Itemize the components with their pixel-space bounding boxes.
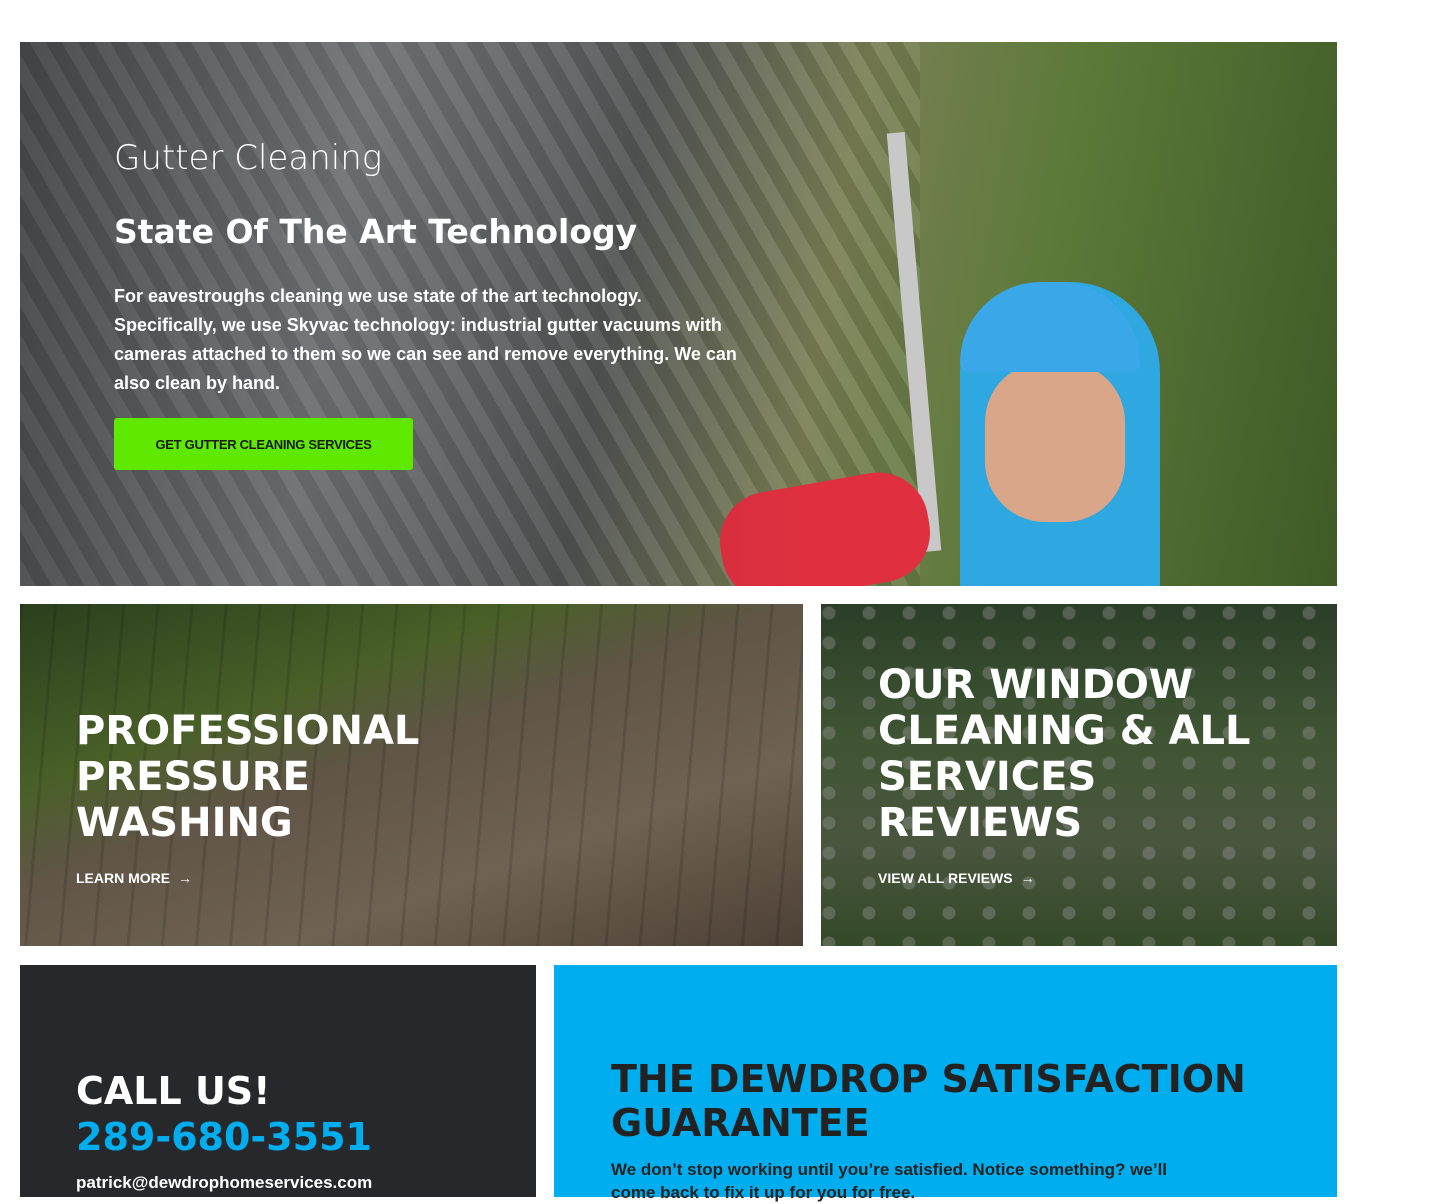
call-us-heading: CALL US! bbox=[76, 1069, 271, 1113]
arrow-right-icon: → bbox=[178, 870, 193, 886]
email-link[interactable]: patrick@dewdrophomeservices.com bbox=[76, 1173, 372, 1193]
view-all-reviews-link[interactable]: VIEW ALL REVIEWS → bbox=[878, 870, 1035, 886]
guarantee-panel: THE DEWDROP SATISFACTION GUARANTEE We do… bbox=[554, 965, 1337, 1202]
hero-subtitle: Gutter Cleaning bbox=[114, 138, 383, 178]
learn-more-link[interactable]: LEARN MORE → bbox=[76, 870, 192, 886]
learn-more-label: LEARN MORE bbox=[76, 870, 171, 886]
reviews-title: OUR WINDOW CLEANING & ALL SERVICES REVIE… bbox=[878, 662, 1251, 846]
hero-gutter-cleaning: Gutter Cleaning State Of The Art Technol… bbox=[20, 42, 1337, 586]
call-us-panel: CALL US! 289-680-3551 patrick@dewdrophom… bbox=[20, 965, 536, 1197]
get-gutter-cleaning-button[interactable]: GET GUTTER CLEANING SERVICES bbox=[114, 418, 413, 470]
view-all-reviews-label: VIEW ALL REVIEWS bbox=[878, 870, 1013, 886]
guarantee-text: We don’t stop working until you’re satis… bbox=[611, 1160, 1168, 1202]
phone-link[interactable]: 289-680-3551 bbox=[76, 1115, 372, 1159]
hero-title: State Of The Art Technology bbox=[114, 212, 638, 251]
pressure-washing-title: PROFESSIONAL PRESSURE WASHING bbox=[76, 708, 420, 846]
pressure-washing-card[interactable]: PROFESSIONAL PRESSURE WASHING LEARN MORE… bbox=[20, 604, 803, 946]
arrow-right-icon: → bbox=[1020, 870, 1035, 886]
reviews-card[interactable]: OUR WINDOW CLEANING & ALL SERVICES REVIE… bbox=[821, 604, 1337, 946]
guarantee-heading: THE DEWDROP SATISFACTION GUARANTEE bbox=[611, 1057, 1246, 1145]
hero-text: For eavestroughs cleaning we use state o… bbox=[114, 286, 737, 393]
